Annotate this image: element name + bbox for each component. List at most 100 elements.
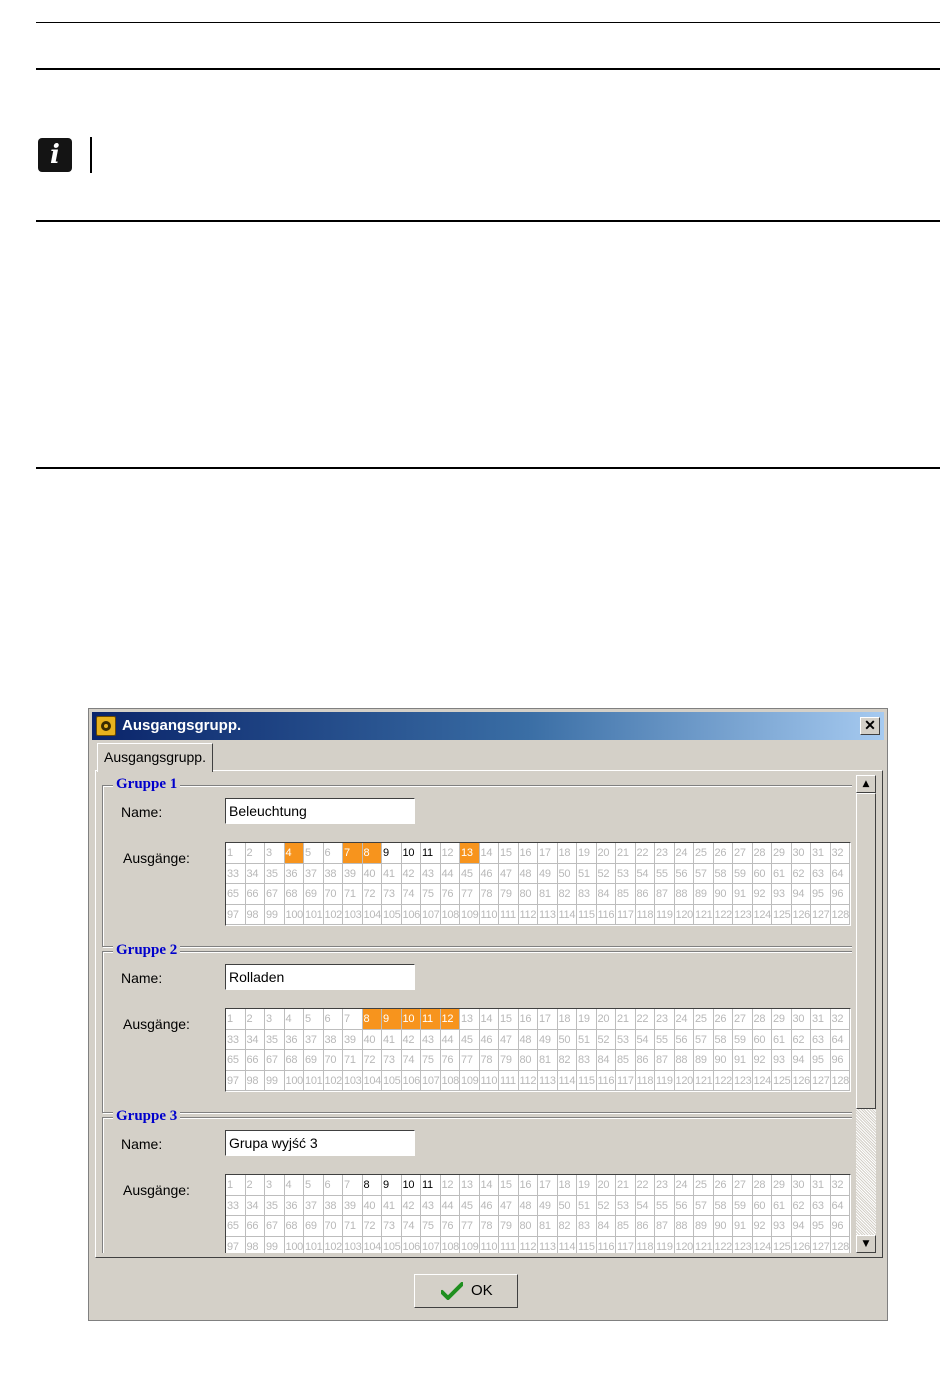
output-cell[interactable]: 42 (401, 1029, 421, 1050)
output-cell[interactable]: 39 (343, 1029, 363, 1050)
output-cell[interactable]: 93 (772, 884, 792, 905)
output-cell[interactable]: 65 (226, 884, 246, 905)
close-button[interactable]: ✕ (860, 717, 880, 735)
output-cell[interactable]: 77 (460, 884, 480, 905)
output-cell[interactable]: 109 (460, 1070, 480, 1091)
output-cell[interactable]: 58 (713, 1029, 733, 1050)
output-cell[interactable]: 22 (635, 1009, 655, 1030)
output-cell[interactable]: 33 (226, 1195, 246, 1216)
output-cell[interactable]: 89 (694, 1216, 714, 1237)
output-cell[interactable]: 109 (460, 904, 480, 925)
output-cell[interactable]: 88 (674, 1216, 694, 1237)
output-cell[interactable]: 29 (772, 1175, 792, 1196)
output-cell[interactable]: 92 (752, 1050, 772, 1071)
output-cell[interactable]: 120 (674, 1070, 694, 1091)
output-cell[interactable]: 46 (479, 863, 499, 884)
output-cell[interactable]: 64 (830, 1195, 850, 1216)
output-cell[interactable]: 101 (304, 904, 324, 925)
output-cell[interactable]: 119 (655, 1070, 675, 1091)
output-cell[interactable]: 105 (382, 1070, 402, 1091)
output-cell[interactable]: 69 (304, 884, 324, 905)
group-name-input[interactable]: Grupa wyjść 3 (225, 1130, 415, 1156)
output-cell[interactable]: 32 (830, 1175, 850, 1196)
output-cell[interactable]: 44 (440, 1029, 460, 1050)
output-cell[interactable]: 28 (752, 843, 772, 864)
output-cell[interactable]: 24 (674, 843, 694, 864)
output-cell[interactable]: 21 (616, 1175, 636, 1196)
output-cell[interactable]: 43 (421, 1029, 441, 1050)
output-cell[interactable]: 10 (401, 843, 421, 864)
output-cell[interactable]: 45 (460, 1029, 480, 1050)
output-cell[interactable]: 57 (694, 1195, 714, 1216)
output-cell[interactable]: 86 (635, 884, 655, 905)
output-cell[interactable]: 83 (577, 1050, 597, 1071)
output-cell[interactable]: 98 (245, 904, 265, 925)
output-cell[interactable]: 125 (772, 904, 792, 925)
output-cell[interactable]: 117 (616, 1070, 636, 1091)
output-cell[interactable]: 124 (752, 904, 772, 925)
output-cell[interactable]: 121 (694, 1070, 714, 1091)
output-cell[interactable]: 46 (479, 1029, 499, 1050)
output-cell[interactable]: 114 (558, 1236, 577, 1253)
output-cell[interactable]: 85 (616, 1216, 636, 1237)
output-cell[interactable]: 110 (479, 904, 499, 925)
output-cell[interactable]: 33 (226, 863, 246, 884)
output-cell[interactable]: 1 (226, 1175, 246, 1196)
output-cell[interactable]: 9 (382, 1009, 402, 1030)
output-cell[interactable]: 9 (382, 843, 402, 864)
output-cell[interactable]: 73 (382, 884, 402, 905)
output-cell[interactable]: 75 (421, 884, 441, 905)
output-cell[interactable]: 96 (830, 1050, 850, 1071)
output-cell[interactable]: 115 (577, 1070, 597, 1091)
output-cell[interactable]: 68 (284, 1216, 304, 1237)
output-cell[interactable]: 31 (811, 1175, 831, 1196)
output-cell[interactable]: 83 (577, 884, 597, 905)
output-cell[interactable]: 118 (636, 1236, 655, 1253)
output-cell[interactable]: 98 (246, 1236, 265, 1253)
output-cell[interactable]: 55 (655, 1195, 675, 1216)
output-cell[interactable]: 13 (460, 1175, 480, 1196)
title-bar[interactable]: Ausgangsgrupp. ✕ (92, 712, 884, 740)
output-cell[interactable]: 14 (479, 843, 499, 864)
output-cell[interactable]: 26 (713, 1009, 733, 1030)
output-cell[interactable]: 75 (421, 1216, 441, 1237)
output-cell[interactable]: 15 (499, 1009, 519, 1030)
output-cell[interactable]: 123 (733, 1236, 753, 1253)
output-cell[interactable]: 82 (557, 1050, 577, 1071)
output-cell[interactable]: 8 (362, 1009, 382, 1030)
output-cell[interactable]: 113 (538, 1070, 558, 1091)
output-cell[interactable]: 83 (577, 1216, 597, 1237)
output-cell[interactable]: 72 (362, 1050, 382, 1071)
output-cell[interactable]: 117 (616, 904, 636, 925)
output-cell[interactable]: 37 (304, 1195, 324, 1216)
output-cell[interactable]: 115 (577, 904, 597, 925)
output-cell[interactable]: 41 (382, 863, 402, 884)
output-cell[interactable]: 66 (245, 884, 265, 905)
output-cell[interactable]: 6 (323, 1009, 343, 1030)
output-cell[interactable]: 106 (402, 1236, 421, 1253)
output-cell[interactable]: 70 (323, 1216, 343, 1237)
output-cell[interactable]: 101 (304, 1070, 324, 1091)
output-cell[interactable]: 55 (655, 1029, 675, 1050)
output-cell[interactable]: 90 (713, 1216, 733, 1237)
output-cell[interactable]: 69 (304, 1216, 324, 1237)
output-cell[interactable]: 114 (557, 904, 577, 925)
output-cell[interactable]: 48 (518, 863, 538, 884)
output-cell[interactable]: 20 (596, 1175, 616, 1196)
output-cell[interactable]: 53 (616, 1029, 636, 1050)
output-cell[interactable]: 74 (401, 1050, 421, 1071)
output-cell[interactable]: 128 (831, 1236, 850, 1253)
output-cell[interactable]: 27 (733, 1009, 753, 1030)
output-cell[interactable]: 36 (284, 1029, 304, 1050)
output-cell[interactable]: 102 (323, 1070, 343, 1091)
output-cell[interactable]: 85 (616, 1050, 636, 1071)
output-cell[interactable]: 106 (401, 1070, 421, 1091)
output-cell[interactable]: 43 (421, 1195, 441, 1216)
output-cell[interactable]: 12 (440, 843, 460, 864)
output-cell[interactable]: 28 (752, 1009, 772, 1030)
output-cell[interactable]: 3 (265, 1175, 285, 1196)
output-cell[interactable]: 68 (284, 1050, 304, 1071)
output-cell[interactable]: 76 (440, 884, 460, 905)
output-cell[interactable]: 126 (792, 1236, 811, 1253)
output-cell[interactable]: 47 (499, 863, 519, 884)
